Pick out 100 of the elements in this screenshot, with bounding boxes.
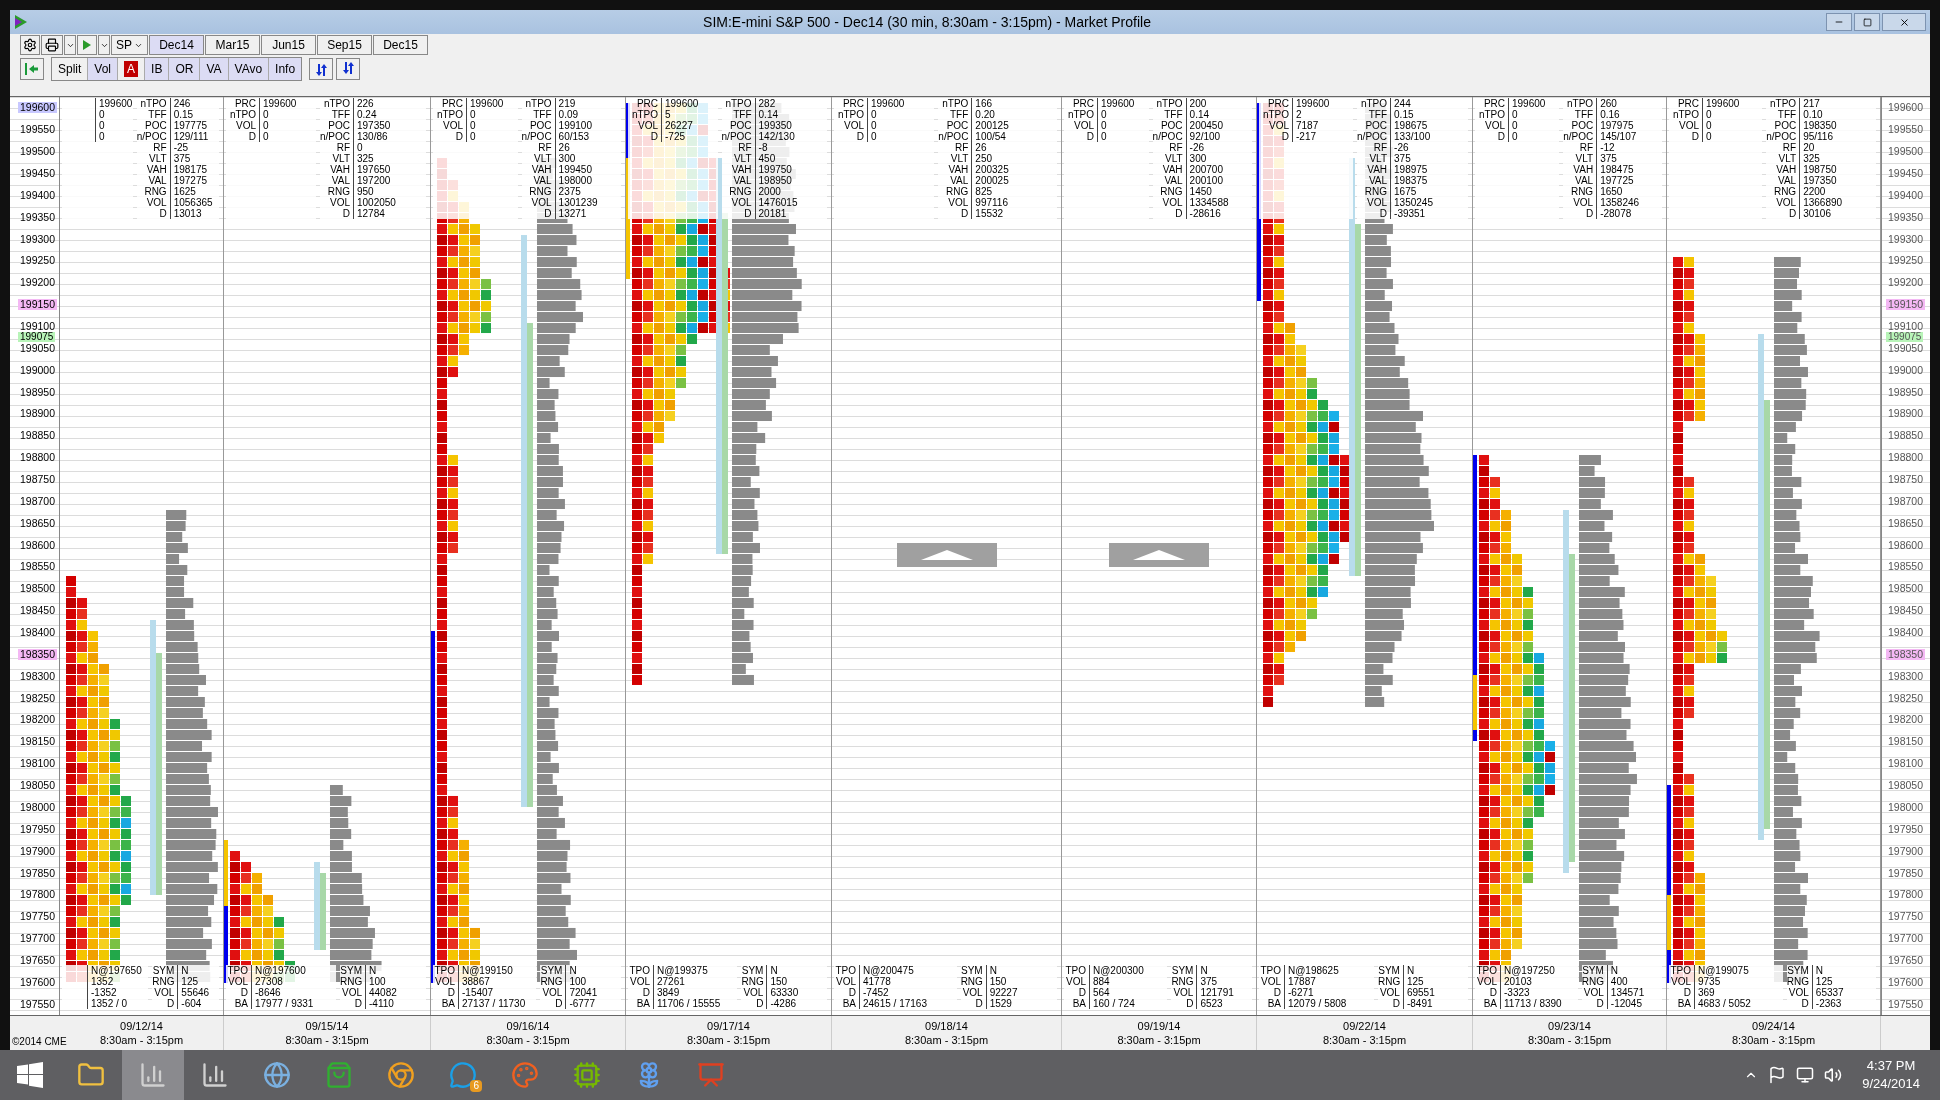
stat-value: 198000 [557,175,592,186]
stat-label: VAH [1357,164,1392,175]
contract-tab[interactable]: Dec14 [149,35,204,55]
stat-label: VOL [433,120,467,131]
price-label: 198700 [1887,495,1925,507]
price-label: 198600 [1887,539,1925,551]
stat-label: TFF [938,109,973,120]
price-label: 198500 [19,583,57,595]
stat-label: RF [1766,142,1801,153]
stat-value: 450 [757,153,776,164]
contract-tab[interactable]: Dec15 [373,35,428,55]
stat-value: 0 [1511,109,1518,120]
stat-value: 0.16 [1599,109,1620,120]
minimize-button[interactable] [1826,13,1852,31]
toggle-button[interactable]: IB [145,58,170,80]
symbol-dropdown[interactable]: SP [111,35,148,55]
stat-label: VAL [320,175,354,186]
clock-date[interactable]: 9/24/2014 [1862,1075,1920,1093]
stat-label: TPO [628,965,654,976]
scroll-up-button[interactable] [1109,543,1209,567]
toggle-button[interactable]: A [118,58,146,80]
stat-label: n/POC [1563,131,1598,142]
stat-label: D [628,987,654,998]
contract-tab[interactable]: Mar15 [205,35,260,55]
stat-value: 197725 [1599,175,1634,186]
stat-label: VOL [741,987,768,998]
price-label: 199550 [19,124,57,136]
stat-value: N@199150 [461,965,513,976]
print-button[interactable] [41,35,63,55]
toggle-button[interactable]: VAvo [228,58,270,80]
stat-value: N@200475 [862,965,914,976]
stat-label: TPO [1064,965,1090,976]
stat-label: VOL [226,976,252,987]
sort-arrows-icon[interactable] [336,58,361,80]
stat-value: 197350 [356,120,391,131]
stat-value: 17977 / 9331 [254,998,314,1009]
stat-value: -26 [1393,142,1409,153]
stat-label: TPO [1259,965,1285,976]
stat-label: D [1259,131,1293,142]
toggle-button[interactable]: OR [169,58,201,80]
stat-label: nTPO [1563,98,1598,109]
stat-value: 300 [557,153,576,164]
flag-icon[interactable] [1768,1066,1787,1084]
stat-label: BA [1669,998,1695,1009]
stat-value: -28078 [1599,208,1632,219]
scroll-up-button[interactable] [896,543,997,567]
contract-tab[interactable]: Jun15 [261,35,316,55]
dropdown-button[interactable] [98,35,110,55]
stat-value: 5 [664,109,671,120]
toggle-button[interactable]: VA [200,58,229,80]
price-label: 198100 [1887,758,1925,770]
toggle-button[interactable]: Vol [88,58,119,80]
stat-value: 133/100 [1393,131,1431,142]
stat-value: 145/107 [1599,131,1637,142]
stat-label: RNG [1357,186,1392,197]
stat-label: PRC [1064,98,1098,109]
taskbar-app[interactable] [122,1050,184,1100]
stat-label: RNG [152,976,179,987]
stat-value: 121791 [1199,987,1234,998]
stat-label: TFF [721,109,756,120]
volume-icon[interactable] [1824,1066,1843,1084]
slides-icon [697,1061,725,1089]
stat-value: 219 [557,98,576,109]
stat-label: D [340,998,366,1009]
stat-value: 4683 / 5052 [1697,998,1751,1009]
stat-value: 197775 [172,120,207,131]
stat-label: VOL [834,120,868,131]
stat-label: VOL [1475,976,1501,987]
toggle-button[interactable]: Info [269,58,302,80]
stat-value: 2200 [1802,186,1826,197]
session-hours: 8:30am - 3:15pm [99,1033,184,1047]
settings-button[interactable] [20,35,40,55]
clock-time[interactable]: 4:37 PM [1866,1057,1916,1075]
stat-label: VOL [1475,120,1509,131]
stat-value: 1352 [90,976,114,987]
contract-tab[interactable]: Sep15 [317,35,372,55]
price-label: 197950 [19,823,57,835]
stat-label: VOL [1171,987,1198,998]
price-label: 199050 [19,342,57,354]
stat-label: RNG [1171,976,1198,987]
price-label: 199450 [19,168,57,179]
stat-label: D [1475,987,1501,998]
stat-value: 198350 [1802,120,1837,131]
stat-label: VOL [960,987,987,998]
stat-label: RF [938,142,973,153]
stat-value: 369 [1697,987,1715,998]
price-label: 197550 [1887,998,1925,1010]
stat-value: -725 [664,131,685,142]
close-button[interactable] [1882,13,1926,31]
restore-button[interactable] [1854,13,1880,31]
network-icon[interactable] [1796,1066,1815,1084]
stat-value: -6777 [568,998,595,1009]
stat-value: 0.14 [757,109,778,120]
browser-icon [387,1061,415,1089]
sort-arrows-icon[interactable] [309,58,334,80]
stat-label: RNG [1563,186,1598,197]
stat-label: D [226,987,252,998]
stat-label: D [1786,998,1813,1009]
play-button[interactable] [77,35,97,55]
price-label: 198800 [1887,452,1925,464]
